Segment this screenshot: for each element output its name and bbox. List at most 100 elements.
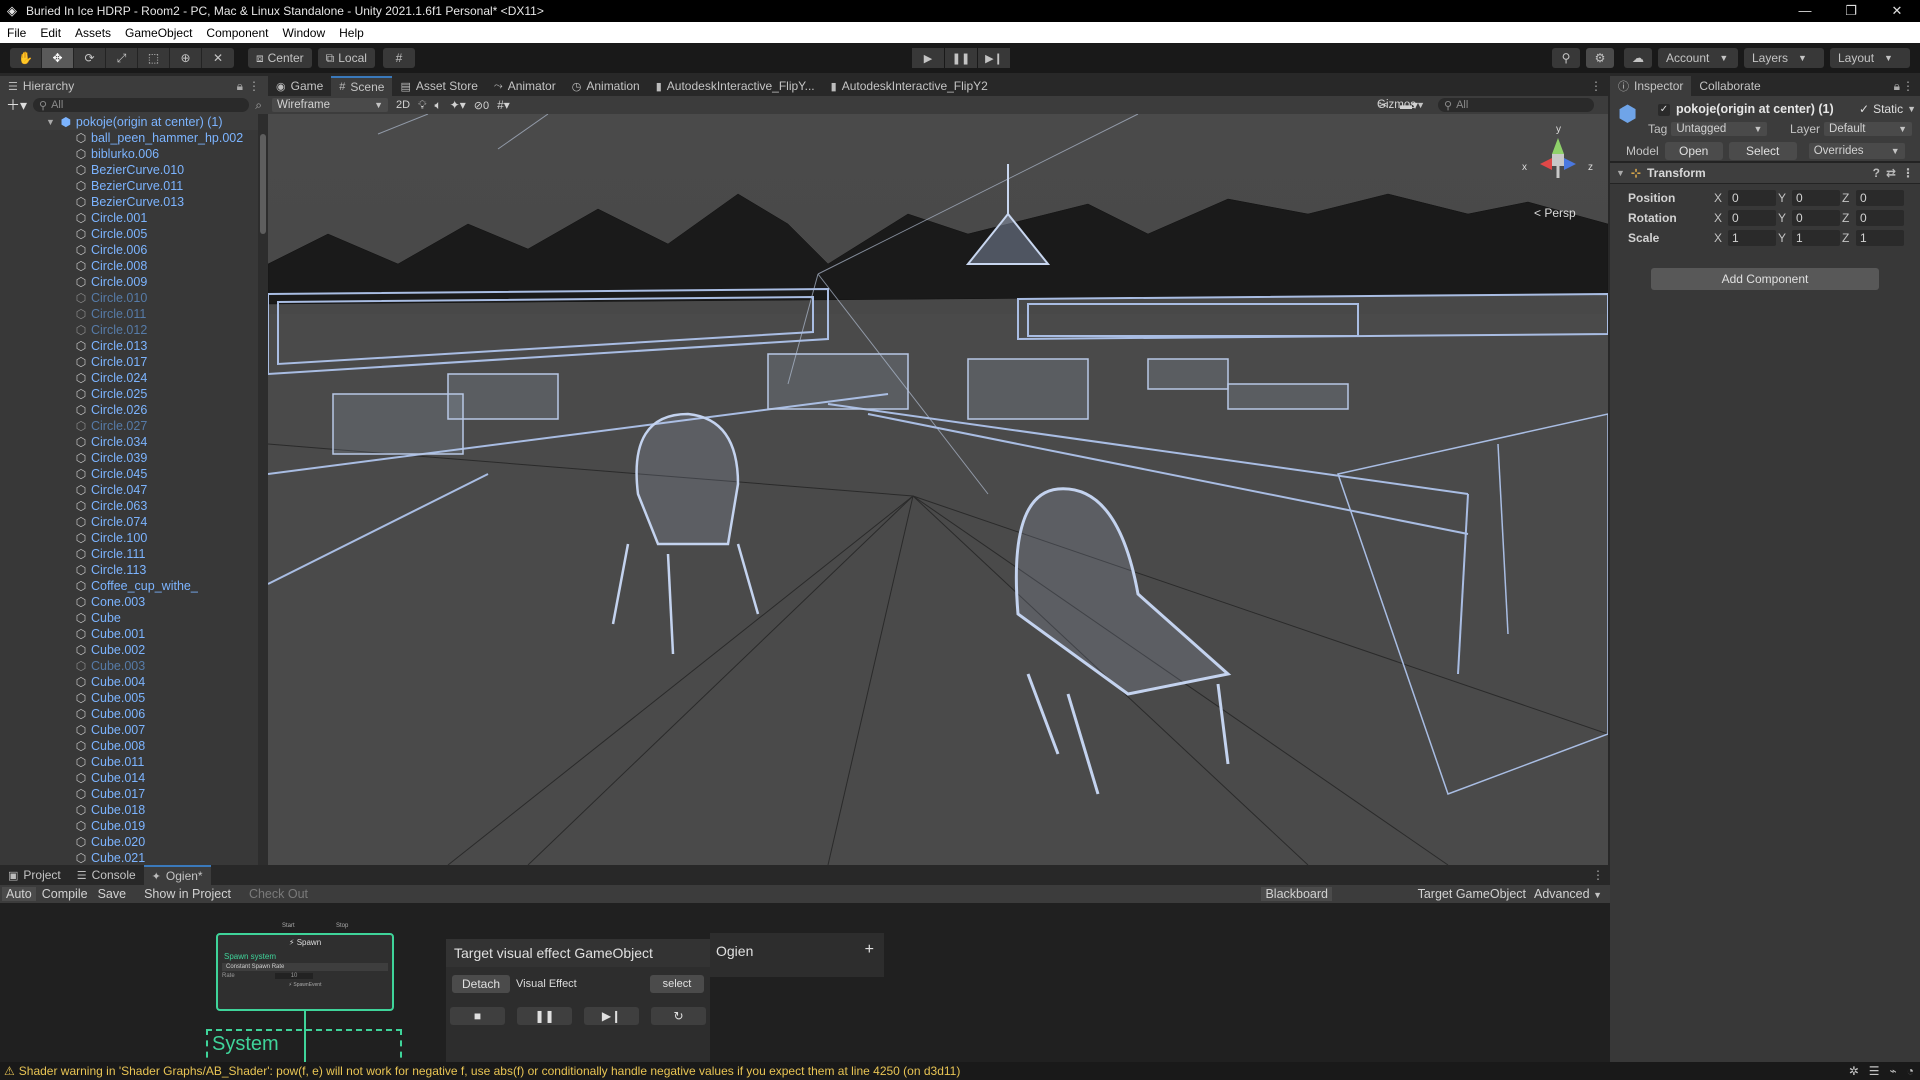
scene-search-input[interactable]: ⚲ All — [1438, 98, 1594, 112]
stop-icon[interactable]: ■ — [450, 1007, 505, 1025]
status-message[interactable]: Shader warning in 'Shader Graphs/AB_Shad… — [19, 1064, 961, 1078]
tab-animation[interactable]: ◷ Animation — [564, 76, 648, 96]
chevron-down-icon[interactable]: ▼ — [1616, 168, 1625, 178]
layout-dropdown[interactable]: Layout ▼ — [1830, 48, 1910, 68]
search-icon[interactable]: ⚲ — [1552, 48, 1580, 68]
toggle-2d-button[interactable]: 2D — [396, 99, 410, 111]
menu-edit[interactable]: Edit — [33, 26, 68, 40]
tab-scene[interactable]: # Scene — [331, 76, 393, 96]
static-toggle[interactable]: ✓ Static ▼ — [1859, 102, 1916, 116]
hierarchy-item[interactable]: ⬡ Circle.001 — [0, 210, 258, 226]
more-options-icon[interactable]: ⋮ — [1590, 79, 1602, 93]
presets-icon[interactable]: ⇄ — [1886, 166, 1896, 180]
transform-y-field[interactable]: 0 — [1792, 190, 1840, 206]
hierarchy-item[interactable]: ⬡ ball_peen_hammer_hp.002 — [0, 130, 258, 146]
active-checkbox[interactable]: ✓ — [1658, 104, 1670, 116]
menu-window[interactable]: Window — [275, 26, 332, 40]
hierarchy-item[interactable]: ⬡ Circle.027 — [0, 418, 258, 434]
hierarchy-item[interactable]: ⬡ Cube.004 — [0, 674, 258, 690]
collab-services-icon[interactable]: ⚙ — [1586, 48, 1614, 68]
tab-hierarchy[interactable]: ☰ Hierarchy 🔒︎ ⋮ — [0, 76, 268, 96]
scrollbar-thumb[interactable] — [260, 134, 266, 234]
pause-icon[interactable]: ❚❚ — [517, 1007, 572, 1025]
menu-component[interactable]: Component — [199, 26, 275, 40]
chevron-down-icon[interactable]: ▼ — [46, 117, 55, 127]
help-icon[interactable]: ? — [1873, 166, 1880, 180]
transform-tool-icon[interactable]: ⊕ — [170, 48, 202, 68]
constant-spawn-rate-block[interactable]: Constant Spawn Rate — [222, 963, 388, 971]
hierarchy-search-input[interactable]: ⚲ All — [33, 98, 250, 112]
tab-bottom[interactable]: ☰ Console — [69, 865, 144, 885]
hierarchy-item[interactable]: ⬡ Circle.025 — [0, 386, 258, 402]
hierarchy-item[interactable]: ⬡ Circle.063 — [0, 498, 258, 514]
menu-gameobject[interactable]: GameObject — [118, 26, 199, 40]
account-dropdown[interactable]: Account ▼ — [1658, 48, 1738, 68]
axis-x-label[interactable]: X — [1714, 231, 1728, 245]
grid-toggle-icon[interactable]: #▾ — [497, 98, 510, 112]
tab-material[interactable]: ▮ AutodeskInteractive_FlipY... — [648, 76, 823, 96]
progress-icon[interactable]: ◔ — [1907, 1064, 1914, 1078]
overrides-dropdown[interactable]: Overrides ▼ — [1808, 143, 1905, 159]
axis-z-label[interactable]: Z — [1842, 231, 1856, 245]
hierarchy-item[interactable]: ⬡ Circle.010 — [0, 290, 258, 306]
tab-bottom[interactable]: ▣ Project — [0, 865, 69, 885]
hierarchy-item[interactable]: ⬡ Circle.008 — [0, 258, 258, 274]
audio-toggle-icon[interactable]: 🔈︎ — [434, 98, 441, 113]
hierarchy-item[interactable]: ⬡ Cube — [0, 610, 258, 626]
axis-z-label[interactable]: Z — [1842, 191, 1856, 205]
hierarchy-item[interactable]: ⬡ Circle.024 — [0, 370, 258, 386]
hierarchy-item[interactable]: ⬡ Circle.006 — [0, 242, 258, 258]
tab-bottom[interactable]: ✦ Ogien* — [143, 865, 211, 885]
hierarchy-item[interactable]: ⬡ Cube.021 — [0, 850, 258, 865]
vfx-graph-canvas[interactable]: Start Stop ⚡ Spawn Spawn system Constant… — [0, 903, 1610, 1062]
hierarchy-item[interactable]: ⬡ Cube.005 — [0, 690, 258, 706]
hierarchy-item[interactable]: ⬡ Circle.013 — [0, 338, 258, 354]
hierarchy-item[interactable]: ⬡ Cube.018 — [0, 802, 258, 818]
transform-z-field[interactable]: 0 — [1856, 210, 1904, 226]
bug-icon[interactable]: ✲ — [1849, 1064, 1859, 1078]
transform-x-field[interactable]: 1 — [1728, 230, 1776, 246]
tab-asset-store[interactable]: ▤ Asset Store — [392, 76, 485, 96]
axis-y-label[interactable]: Y — [1778, 211, 1792, 225]
hierarchy-item[interactable]: ⬡ Cube.002 — [0, 642, 258, 658]
move-tool-icon[interactable]: ✥ — [42, 48, 74, 68]
more-options-icon[interactable]: ⋮ — [248, 79, 260, 93]
hierarchy-item[interactable]: ⬡ Cube.019 — [0, 818, 258, 834]
hierarchy-item[interactable]: ⬡ Circle.011 — [0, 306, 258, 322]
transform-x-field[interactable]: 0 — [1728, 210, 1776, 226]
tag-dropdown[interactable]: Untagged ▼ — [1671, 122, 1768, 136]
hierarchy-scrollbar[interactable] — [258, 114, 268, 865]
pivot-mode-button[interactable]: ⧈ Center — [248, 48, 312, 68]
add-property-button[interactable]: + — [865, 941, 874, 959]
hierarchy-item[interactable]: ⬡ Circle.017 — [0, 354, 258, 370]
hierarchy-item[interactable]: ⬡ Circle.005 — [0, 226, 258, 242]
axis-y-label[interactable]: Y — [1778, 231, 1792, 245]
show-in-project-button[interactable]: Show in Project — [140, 887, 235, 901]
scale-tool-icon[interactable]: ⤢ — [106, 48, 138, 68]
step-button[interactable]: ▶❙ — [978, 48, 1010, 68]
hierarchy-item[interactable]: ⬡ Cube.006 — [0, 706, 258, 722]
hierarchy-item[interactable]: ⬡ Circle.034 — [0, 434, 258, 450]
hidden-objects-toggle[interactable]: ⊘0 — [474, 99, 489, 112]
maximize-button[interactable]: ❐ — [1828, 0, 1874, 22]
step-icon[interactable]: ▶❙ — [584, 1007, 639, 1025]
cloud-icon[interactable]: ☁ — [1624, 48, 1652, 68]
select-vfx-button[interactable]: select — [650, 975, 704, 993]
pause-button[interactable]: ❚❚ — [945, 48, 977, 68]
hierarchy-item[interactable]: ⬡ Cube.017 — [0, 786, 258, 802]
gizmos-dropdown[interactable]: Gizmos ▼ — [1372, 98, 1430, 112]
hierarchy-item[interactable]: ⬡ Cube.001 — [0, 626, 258, 642]
lock-icon[interactable]: 🔒︎ — [1894, 79, 1900, 94]
transform-y-field[interactable]: 1 — [1792, 230, 1840, 246]
hierarchy-item[interactable]: ⬡ Circle.113 — [0, 562, 258, 578]
play-button[interactable]: ▶ — [912, 48, 944, 68]
hierarchy-item[interactable]: ⬡ biblurko.006 — [0, 146, 258, 162]
axis-x-label[interactable]: X — [1714, 211, 1728, 225]
orientation-gizmo[interactable]: y x z < Persp — [1518, 118, 1598, 228]
more-options-icon[interactable]: ⋮ — [1902, 79, 1914, 93]
advanced-dropdown[interactable]: Advanced ▼ — [1530, 887, 1606, 901]
layer-dropdown[interactable]: Default ▼ — [1824, 122, 1913, 136]
pivot-rotation-button[interactable]: ⧉ Local — [317, 48, 375, 68]
menu-assets[interactable]: Assets — [68, 26, 118, 40]
transform-z-field[interactable]: 0 — [1856, 190, 1904, 206]
